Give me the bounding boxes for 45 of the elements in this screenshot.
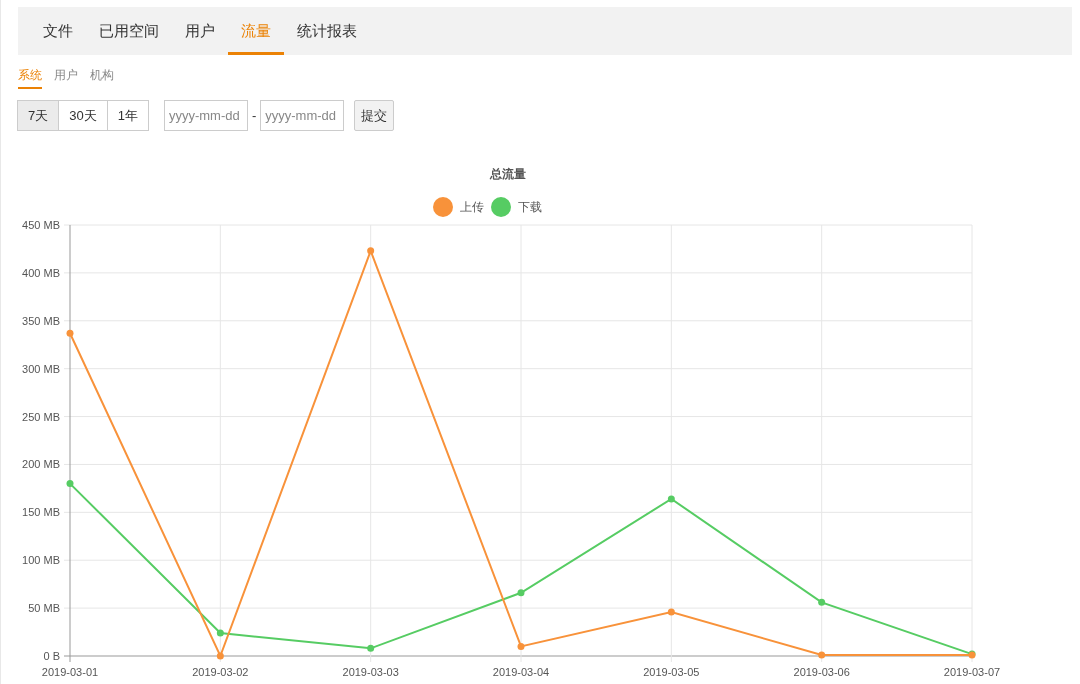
y-axis-label: 100 MB	[22, 554, 60, 567]
sub-tab[interactable]: 机构	[90, 67, 114, 89]
y-axis-label: 150 MB	[22, 506, 60, 519]
x-axis-label: 2019-03-04	[492, 666, 550, 678]
date-separator: -	[251, 108, 257, 123]
point	[818, 651, 826, 659]
nav-tab[interactable]: 已用空间	[86, 7, 172, 55]
nav-tab[interactable]: 统计报表	[284, 7, 370, 55]
sub-tab[interactable]: 用户	[54, 67, 78, 89]
y-axis-label: 450 MB	[22, 219, 60, 231]
range-button[interactable]: 1年	[106, 100, 149, 131]
y-axis-label: 200 MB	[22, 458, 60, 471]
y-axis-label: 250 MB	[22, 410, 60, 423]
point	[517, 642, 525, 650]
nav-tab[interactable]: 文件	[30, 7, 86, 55]
point	[367, 644, 375, 652]
x-axis-label: 2019-03-01	[41, 666, 99, 678]
submit-button[interactable]: 提交	[354, 100, 395, 131]
chart-title: 总流量	[490, 167, 526, 181]
point	[66, 480, 74, 488]
date-input-field[interactable]: yyyy-mm-dd	[163, 100, 248, 131]
x-axis-label: 2019-03-07	[943, 666, 1001, 678]
y-axis-label: 400 MB	[22, 266, 60, 279]
legend-label: 下载	[518, 200, 542, 214]
point	[66, 329, 74, 337]
y-axis-label: 0 B	[43, 650, 60, 662]
y-axis-label: 350 MB	[22, 314, 60, 327]
point	[667, 495, 675, 503]
point	[818, 598, 826, 606]
x-axis-label: 2019-03-03	[342, 666, 399, 678]
date-input-field[interactable]: yyyy-mm-dd	[260, 100, 345, 131]
point	[367, 247, 375, 255]
legend-label: 上传	[460, 200, 484, 214]
x-axis-label: 2019-03-05	[643, 666, 700, 678]
y-axis-label: 50 MB	[28, 602, 60, 615]
point	[216, 629, 224, 637]
point	[667, 608, 675, 616]
range-button[interactable]: 30天	[58, 100, 108, 131]
point	[517, 589, 525, 597]
x-axis-label: 2019-03-06	[793, 666, 850, 678]
y-axis-label: 300 MB	[22, 362, 60, 375]
point	[216, 652, 224, 660]
range-button[interactable]: 7天	[17, 100, 60, 131]
nav-tab[interactable]: 用户	[172, 7, 228, 55]
x-axis-label: 2019-03-02	[192, 666, 249, 678]
